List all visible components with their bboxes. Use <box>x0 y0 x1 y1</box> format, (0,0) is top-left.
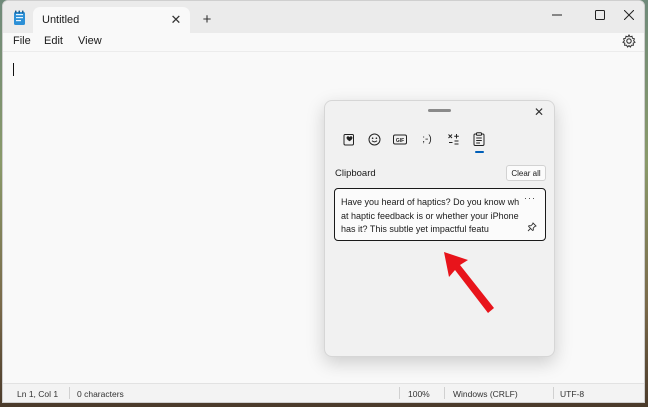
menu-bar: File Edit View <box>3 33 644 51</box>
close-button[interactable] <box>606 1 644 29</box>
tab-close-icon[interactable]: ✕ <box>166 10 186 30</box>
menu-file[interactable]: File <box>13 35 31 47</box>
status-divider <box>553 387 554 399</box>
clipboard-heading: Clipboard <box>335 168 376 179</box>
text-caret <box>13 63 14 76</box>
status-character-count: 0 characters <box>77 389 124 399</box>
minimize-button[interactable] <box>534 1 580 29</box>
status-zoom[interactable]: 100% <box>408 389 430 399</box>
symbols-icon[interactable] <box>445 131 461 147</box>
kaomoji-icon[interactable]: ;-) <box>419 131 435 147</box>
more-options-icon[interactable]: ··· <box>524 193 536 203</box>
notepad-app-icon <box>14 10 25 25</box>
panel-close-icon[interactable]: ✕ <box>532 105 546 119</box>
clipboard-history-panel: ✕ GIF ;-) Clipboard Clear all Have you h… <box>324 100 555 357</box>
new-tab-icon[interactable]: + <box>198 10 216 28</box>
menu-view[interactable]: View <box>78 35 102 47</box>
pin-icon[interactable] <box>527 222 537 232</box>
gif-label: GIF <box>396 137 404 143</box>
title-bar: Untitled ✕ + <box>3 1 644 33</box>
status-divider <box>444 387 445 399</box>
selected-category-indicator <box>475 151 484 153</box>
clear-all-button[interactable]: Clear all <box>506 165 546 181</box>
menu-edit[interactable]: Edit <box>44 35 63 47</box>
maximize-icon <box>595 10 605 20</box>
tab-untitled[interactable]: Untitled ✕ <box>33 7 190 33</box>
status-encoding[interactable]: UTF-8 <box>560 389 584 399</box>
gif-icon[interactable]: GIF <box>392 131 408 147</box>
red-pointer-arrow <box>444 252 494 313</box>
panel-drag-handle[interactable] <box>428 109 451 112</box>
favorites-icon[interactable] <box>341 131 357 147</box>
status-cursor-position: Ln 1, Col 1 <box>17 389 59 399</box>
close-icon <box>624 10 634 20</box>
clipboard-item[interactable]: Have you heard of haptics? Do you know w… <box>334 188 546 241</box>
status-divider <box>399 387 400 399</box>
emoji-icon[interactable] <box>366 131 382 147</box>
clipboard-item-text: Have you heard of haptics? Do you know w… <box>341 197 520 234</box>
minimize-icon <box>552 14 562 16</box>
status-line-ending[interactable]: Windows (CRLF) <box>453 389 518 399</box>
settings-gear-icon[interactable] <box>622 34 636 48</box>
tab-title: Untitled <box>42 14 80 26</box>
status-bar: Ln 1, Col 1 0 characters 100% Windows (C… <box>3 383 644 402</box>
status-divider <box>69 387 70 399</box>
clipboard-icon[interactable] <box>471 131 487 147</box>
